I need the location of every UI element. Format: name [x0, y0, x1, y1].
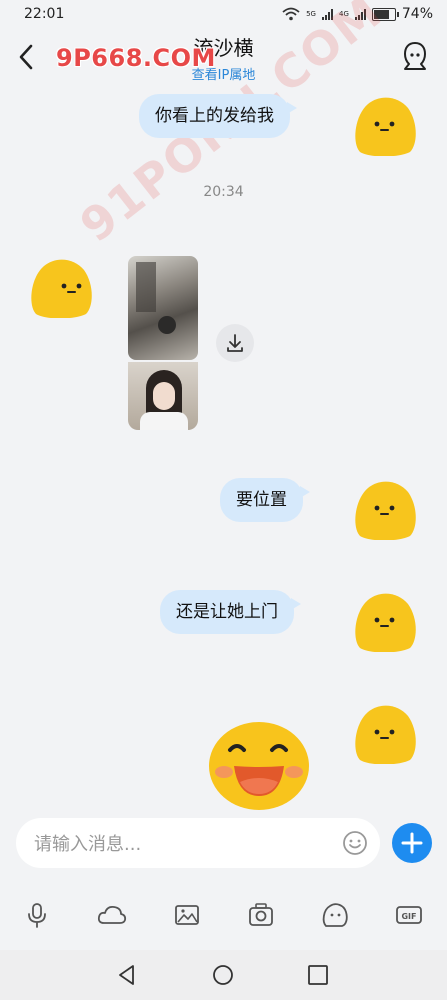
image-detail — [153, 382, 175, 410]
laughing-emoji-sticker[interactable] — [206, 716, 312, 812]
avatar-self[interactable] — [350, 590, 418, 653]
emoji-picker-icon[interactable] — [342, 830, 368, 856]
more-actions-button[interactable] — [392, 823, 432, 863]
image-icon[interactable] — [172, 900, 202, 930]
blob-avatar-icon — [355, 705, 416, 765]
avatar-contact[interactable] — [28, 256, 96, 319]
mic-icon[interactable] — [22, 900, 52, 930]
wifi-icon — [282, 7, 300, 21]
watermark-text: 9P668.COM — [56, 44, 216, 72]
download-icon — [227, 334, 243, 352]
status-time: 22:01 — [24, 6, 65, 22]
svg-text:GIF: GIF — [401, 912, 416, 921]
battery-percent: 74% — [401, 6, 433, 22]
nav-back-icon[interactable] — [114, 962, 140, 988]
profile-icon[interactable] — [401, 40, 429, 72]
message-bubble-2[interactable]: 要位置 — [220, 478, 310, 522]
emoji-icon[interactable] — [320, 900, 350, 930]
nav-home-icon[interactable] — [210, 962, 236, 988]
camera-icon[interactable] — [246, 900, 276, 930]
network-label-1: 5G — [306, 9, 316, 18]
blob-avatar-icon — [355, 97, 416, 157]
download-button[interactable] — [216, 324, 254, 362]
image-detail — [136, 262, 156, 312]
chat-image-1[interactable] — [128, 256, 198, 360]
chat-toolbar: GIF — [0, 888, 447, 942]
avatar-self[interactable] — [350, 478, 418, 541]
blob-avatar-icon — [31, 259, 92, 319]
message-input-bar — [16, 818, 380, 870]
nav-recents-icon[interactable] — [305, 962, 331, 988]
chat-image-2[interactable] — [128, 362, 198, 430]
message-input[interactable] — [32, 818, 336, 870]
image-detail — [140, 412, 188, 430]
message-bubble-1[interactable]: 你看上的发给我 — [139, 94, 297, 138]
avatar-self[interactable] — [350, 702, 418, 765]
system-nav-bar — [0, 950, 447, 1000]
plus-icon — [401, 832, 423, 854]
cloud-icon[interactable] — [96, 900, 128, 930]
message-bubble-3[interactable]: 还是让她上门 — [160, 590, 301, 634]
avatar-self[interactable] — [350, 94, 418, 157]
image-detail — [158, 316, 176, 334]
blob-avatar-icon — [355, 593, 416, 653]
blob-avatar-icon — [355, 481, 416, 541]
message-timestamp: 20:34 — [203, 184, 244, 200]
gif-icon[interactable]: GIF — [394, 900, 424, 930]
